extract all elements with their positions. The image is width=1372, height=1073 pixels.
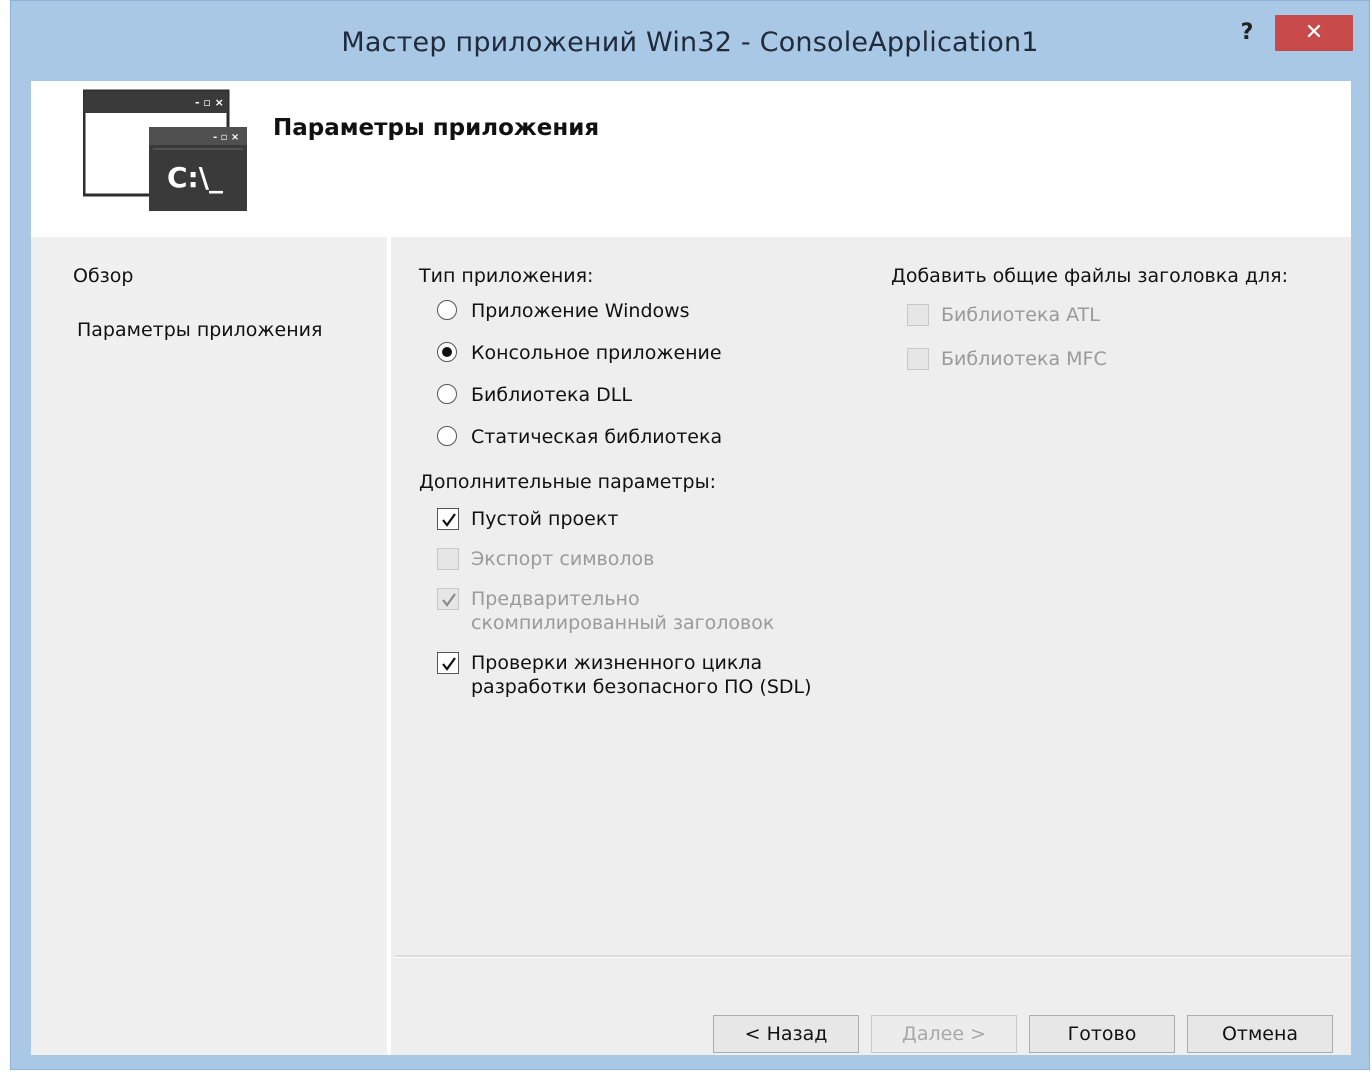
settings-panel: Тип приложения: Приложение Windows Консо… xyxy=(395,237,1351,952)
page-title: Параметры приложения xyxy=(273,115,600,141)
checkbox-box xyxy=(437,652,459,674)
checkmark-icon xyxy=(442,593,456,607)
app-type-title: Тип приложения: xyxy=(419,265,594,287)
checkmark-icon xyxy=(442,657,456,671)
radio-label: Консольное приложение xyxy=(471,342,722,364)
next-button[interactable]: Далее > xyxy=(871,1015,1017,1053)
radio-label: Статическая библиотека xyxy=(471,426,723,448)
checkbox-box xyxy=(437,548,459,570)
extra-options-title: Дополнительные параметры: xyxy=(419,471,717,493)
radio-indicator xyxy=(437,342,457,362)
radio-indicator xyxy=(437,384,457,404)
wizard-window: Мастер приложений Win32 - ConsoleApplica… xyxy=(10,0,1370,1070)
console-app-icon: - ▫ × - ▫ × C:\_ xyxy=(82,89,253,214)
close-button[interactable]: ✕ xyxy=(1275,15,1353,51)
svg-text:- ▫ ×: - ▫ × xyxy=(195,96,224,109)
checkbox-label-line2: скомпилированный заголовок xyxy=(471,612,775,634)
title-bar[interactable]: Мастер приложений Win32 - ConsoleApplica… xyxy=(11,1,1369,81)
radio-label: Приложение Windows xyxy=(471,300,690,322)
dialog-client: - ▫ × - ▫ × C:\_ Параметры приложения Об… xyxy=(31,81,1351,1055)
checkbox-box xyxy=(907,348,929,370)
checkbox-label: Проверки жизненного цикла xyxy=(471,652,763,674)
console-prompt-text: C:\_ xyxy=(167,161,223,194)
checkbox-label: Библиотека ATL xyxy=(941,304,1100,326)
wizard-nav: Обзор Параметры приложения xyxy=(31,237,391,1055)
checkmark-icon xyxy=(442,513,456,527)
headers-title: Добавить общие файлы заголовка для: xyxy=(891,265,1289,287)
radio-indicator xyxy=(437,426,457,446)
checkbox-label-line2: разработки безопасного ПО (SDL) xyxy=(471,676,812,698)
finish-button[interactable]: Готово xyxy=(1029,1015,1175,1053)
wizard-header: - ▫ × - ▫ × C:\_ Параметры приложения xyxy=(31,81,1351,237)
nav-item-overview[interactable]: Обзор xyxy=(73,265,133,287)
checkbox-box xyxy=(437,508,459,530)
footer-separator xyxy=(395,955,1351,958)
checkbox-label: Предварительно xyxy=(471,588,640,610)
radio-label: Библиотека DLL xyxy=(471,384,632,406)
checkbox-box xyxy=(437,588,459,610)
back-button[interactable]: < Назад xyxy=(713,1015,859,1053)
help-button[interactable]: ? xyxy=(1229,15,1265,51)
nav-item-app-settings[interactable]: Параметры приложения xyxy=(77,319,322,341)
radio-indicator xyxy=(437,300,457,320)
window-title: Мастер приложений Win32 - ConsoleApplica… xyxy=(341,27,1039,58)
checkbox-label: Экспорт символов xyxy=(471,548,655,570)
checkbox-box xyxy=(907,304,929,326)
cancel-button[interactable]: Отмена xyxy=(1187,1015,1333,1053)
svg-text:- ▫ ×: - ▫ × xyxy=(213,132,239,143)
wizard-body: Обзор Параметры приложения Тип приложени… xyxy=(31,237,1351,1055)
checkbox-label: Библиотека MFC xyxy=(941,348,1107,370)
checkbox-label: Пустой проект xyxy=(471,508,619,530)
